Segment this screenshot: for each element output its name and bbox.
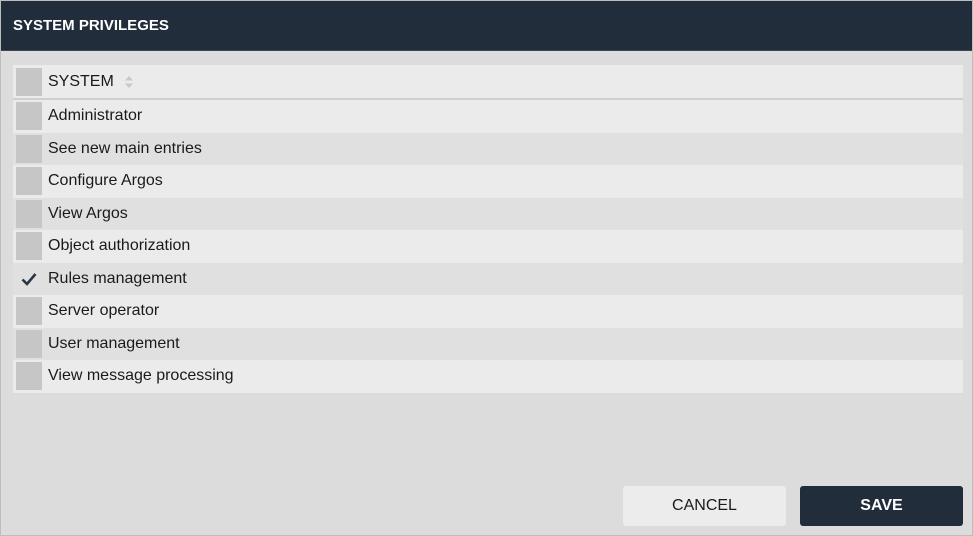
table-row[interactable]: Rules management: [13, 262, 963, 295]
privilege-label: User management: [48, 334, 180, 352]
checkbox[interactable]: [16, 102, 42, 131]
checkbox[interactable]: [16, 167, 42, 196]
privilege-label: Rules management: [48, 269, 187, 287]
table-row[interactable]: User management: [13, 327, 963, 360]
select-all-checkbox[interactable]: [16, 67, 42, 96]
privilege-label: View Argos: [48, 204, 128, 222]
table-row[interactable]: View Argos: [13, 197, 963, 230]
dialog-header: SYSTEM PRIVILEGES: [1, 1, 972, 51]
table-row[interactable]: Configure Argos: [13, 165, 963, 198]
privilege-label: Server operator: [48, 302, 160, 320]
table-row[interactable]: Administrator: [13, 100, 963, 133]
sort-icon[interactable]: [124, 75, 134, 89]
table-row[interactable]: Server operator: [13, 295, 963, 328]
table-row[interactable]: View message processing: [13, 360, 963, 393]
save-button[interactable]: SAVE: [800, 486, 963, 526]
privilege-label: Administrator: [48, 107, 143, 125]
table-row[interactable]: See new main entries: [13, 132, 963, 165]
checkbox[interactable]: [16, 232, 42, 261]
checkmark-icon: [21, 272, 37, 286]
privilege-label: Object authorization: [48, 237, 191, 255]
privilege-label: Configure Argos: [48, 172, 163, 190]
privilege-label: See new main entries: [48, 139, 202, 157]
checkbox[interactable]: [16, 199, 42, 228]
privileges-table: SYSTEM Administrator See new main entries…: [13, 65, 963, 393]
system-privileges-dialog: SYSTEM PRIVILEGES SYSTEM Administrator Se…: [0, 0, 973, 536]
checkbox[interactable]: [16, 362, 42, 391]
table-row[interactable]: Object authorization: [13, 230, 963, 263]
privilege-label: View message processing: [48, 367, 234, 385]
dialog-title: SYSTEM PRIVILEGES: [13, 17, 169, 34]
table-header-row: SYSTEM: [13, 65, 963, 100]
column-header-system[interactable]: SYSTEM: [48, 73, 114, 91]
checkbox[interactable]: [16, 297, 42, 326]
cancel-button[interactable]: CANCEL: [623, 486, 786, 526]
checkbox[interactable]: [16, 134, 42, 163]
checkbox-checked[interactable]: [16, 265, 42, 293]
checkbox[interactable]: [16, 329, 42, 358]
